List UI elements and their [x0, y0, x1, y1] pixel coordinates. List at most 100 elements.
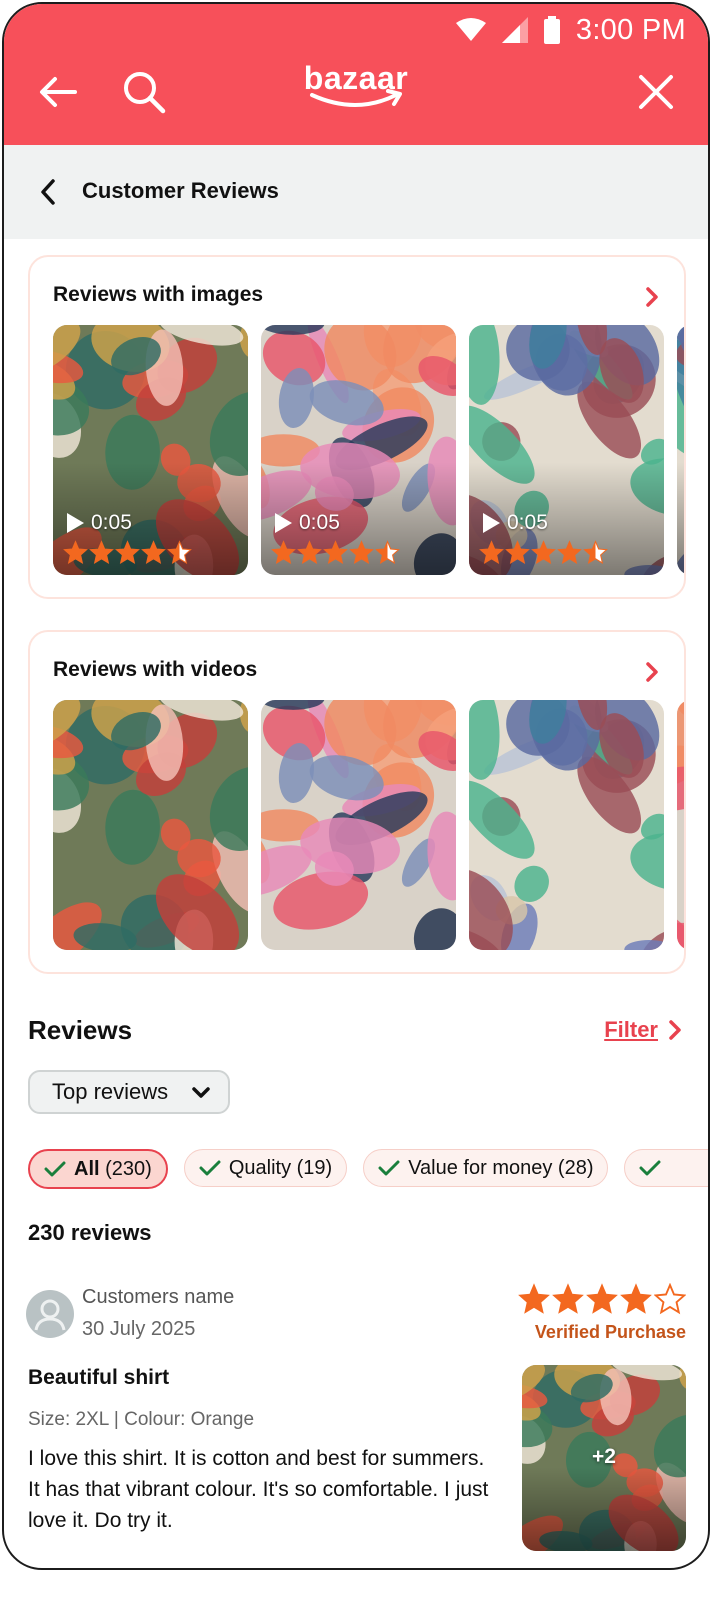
review-variant: Size: 2XL | Colour: Orange [28, 1409, 255, 1430]
review-photo [261, 700, 456, 950]
thumbnail-rating [479, 540, 608, 565]
avatar [26, 1290, 74, 1338]
chip-value-for-money[interactable]: Value for money (28) [363, 1149, 609, 1187]
video-duration: 0:05 [481, 511, 548, 535]
chevron-left-icon [41, 179, 55, 205]
review-photo [469, 325, 664, 575]
app-header: 3:00 PM bazaar [4, 4, 708, 145]
page-back-button[interactable] [30, 172, 66, 212]
chip-quality[interactable]: Quality (19) [183, 1149, 348, 1187]
video-review-thumbnail[interactable] [53, 700, 248, 950]
status-time: 3:00 PM [575, 13, 686, 46]
page-header: Customer Reviews [4, 145, 708, 239]
star-icon [375, 540, 400, 564]
chip-more[interactable] [624, 1149, 708, 1187]
image-review-thumbnail[interactable]: 0:05 [469, 325, 664, 575]
play-icon [275, 513, 292, 533]
thumbnail-rating [271, 540, 400, 565]
video-duration: 0:05 [65, 511, 132, 535]
review-photo [677, 700, 684, 950]
signal-icon [501, 17, 528, 43]
chevron-right-icon [669, 1020, 681, 1040]
star-icon [63, 540, 88, 564]
star-icon [297, 540, 322, 564]
image-review-thumbnail[interactable] [677, 325, 684, 575]
chip-quality-label: Quality (19) [228, 1156, 333, 1179]
star-icon [479, 540, 504, 564]
play-icon [67, 513, 84, 533]
images-section-see-all[interactable] [642, 285, 662, 309]
chip-all-count: (230) [105, 1157, 152, 1180]
play-icon [483, 513, 500, 533]
wifi-icon [455, 18, 486, 41]
images-carousel[interactable]: 0:05 0:05 0:05 [53, 325, 684, 575]
star-icon [167, 540, 192, 564]
star-icon [115, 540, 140, 564]
filter-button[interactable]: Filter [604, 1017, 682, 1043]
review-filter-chips: All (230) Quality (19) Value for money (… [28, 1149, 708, 1189]
videos-section-see-all[interactable] [642, 660, 662, 684]
more-images-count: +2 [592, 1445, 616, 1468]
image-review-thumbnail[interactable]: 0:05 [261, 325, 456, 575]
review-count: 230 reviews [28, 1220, 152, 1245]
chip-all-label: All [74, 1157, 100, 1180]
star-icon [349, 540, 374, 564]
star-icon [271, 540, 296, 564]
status-bar: 3:00 PM [455, 12, 686, 48]
review-body: I love this shirt. It is cotton and best… [28, 1447, 489, 1532]
check-icon [199, 1160, 221, 1176]
videos-section-title: Reviews with videos [53, 658, 258, 681]
check-icon [639, 1160, 661, 1176]
duration-label: 0:05 [91, 511, 132, 534]
image-review-thumbnail[interactable]: 0:05 [53, 325, 248, 575]
review-photo [53, 700, 248, 950]
bazaar-logo: bazaar [4, 60, 708, 111]
star-icon [89, 540, 114, 564]
videos-section: Reviews with videos [28, 630, 686, 974]
images-section: Reviews with images 0:05 0:05 0:05 [28, 255, 686, 599]
chip-value-label: Value for money (28) [408, 1156, 594, 1179]
review-photo [677, 325, 684, 575]
review-photo [261, 325, 456, 575]
video-review-thumbnail[interactable] [677, 700, 684, 950]
review-rating [518, 1283, 686, 1315]
phone-frame: 3:00 PM bazaar Customer Reviews Reviews … [2, 2, 710, 1570]
star-icon [141, 540, 166, 564]
videos-carousel[interactable] [53, 700, 684, 950]
review-photo [53, 325, 248, 575]
logo-text: bazaar [303, 60, 409, 96]
reviews-heading: Reviews [28, 1015, 133, 1045]
duration-label: 0:05 [507, 511, 548, 534]
star-icon [552, 1283, 584, 1314]
close-icon [639, 75, 673, 109]
chevron-right-icon [646, 287, 658, 307]
review-title: Beautiful shirt [28, 1366, 170, 1389]
review-photo [469, 700, 664, 950]
check-icon [378, 1160, 400, 1176]
battery-icon [543, 16, 560, 44]
video-review-thumbnail[interactable] [261, 700, 456, 950]
video-duration: 0:05 [273, 511, 340, 535]
chevron-right-icon [646, 662, 658, 682]
video-review-thumbnail[interactable] [469, 700, 664, 950]
chip-all[interactable]: All (230) [28, 1149, 168, 1189]
star-icon [323, 540, 348, 564]
sort-selected: Top reviews [52, 1079, 169, 1104]
duration-label: 0:05 [299, 511, 340, 534]
sort-dropdown[interactable]: Top reviews [28, 1070, 230, 1114]
close-button[interactable] [632, 68, 680, 116]
star-icon [505, 540, 530, 564]
filter-label: Filter [604, 1017, 658, 1042]
star-icon [620, 1283, 652, 1314]
verified-purchase-badge: Verified Purchase [534, 1322, 686, 1342]
reviewer-name: Customers name [82, 1286, 235, 1308]
star-icon [518, 1283, 550, 1314]
review-date: 30 July 2025 [82, 1318, 196, 1340]
star-icon [557, 540, 582, 564]
star-icon [586, 1283, 618, 1314]
review-image[interactable]: +2 [522, 1365, 686, 1551]
star-icon [531, 540, 556, 564]
page-title: Customer Reviews [82, 178, 279, 203]
chevron-down-icon [192, 1087, 210, 1098]
star-icon [583, 540, 608, 564]
